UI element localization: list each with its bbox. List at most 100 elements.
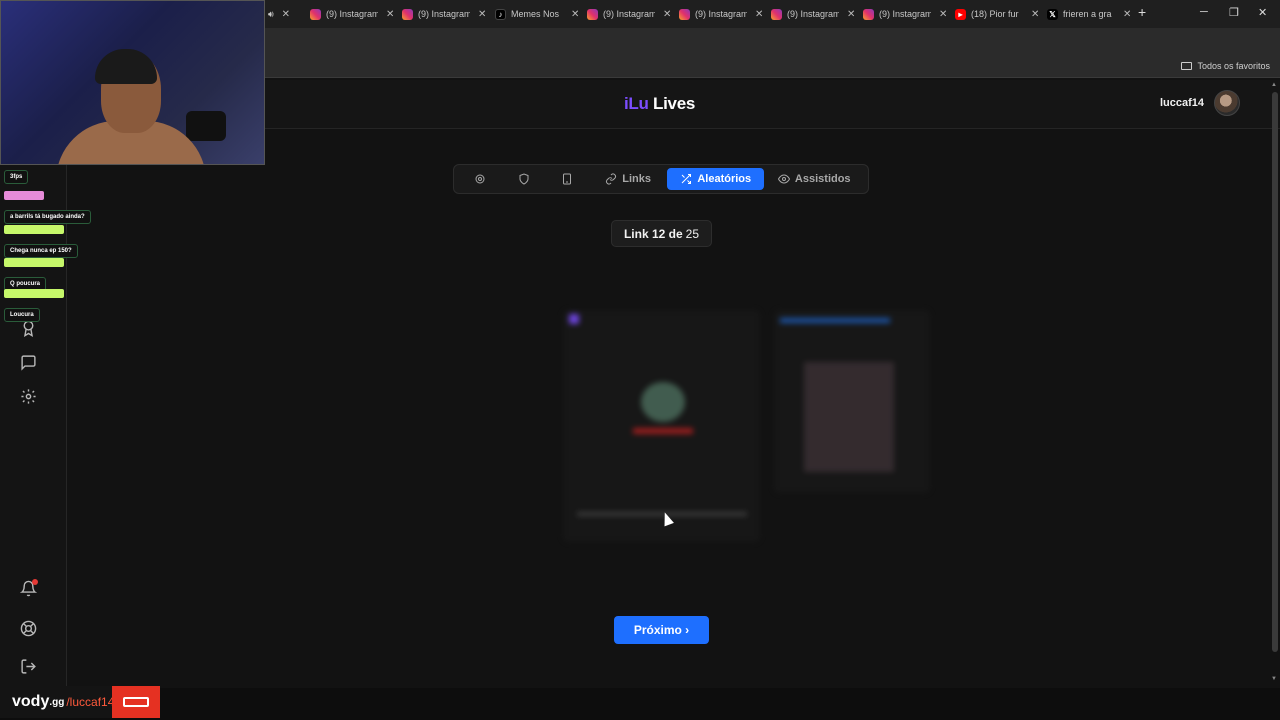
counter-prefix: Link 12 de (623, 226, 683, 241)
chat-username-badge (4, 258, 64, 267)
tab-title: (9) Instagram (418, 9, 470, 19)
instagram-icon (587, 8, 598, 20)
tab-3[interactable]: ♪ Memes Nos ✕ (495, 4, 579, 24)
close-icon[interactable]: ✕ (478, 9, 486, 20)
tab-5[interactable]: (9) Instagram ✕ (679, 4, 763, 24)
tab-links[interactable]: Links (589, 168, 667, 190)
logo-part2: Lives (653, 94, 696, 113)
card-title (780, 318, 890, 323)
speaker-icon: 🔊︎ (268, 8, 274, 19)
close-icon[interactable]: ✕ (847, 9, 855, 20)
tab-2[interactable]: (9) Instagram ✕ (402, 4, 486, 24)
scroll-up-icon[interactable]: ▲ (1271, 82, 1277, 88)
chat-username-badge (4, 225, 64, 234)
tab-title: (18) Pior fur (971, 9, 1019, 19)
next-label: Próximo › (633, 623, 690, 637)
all-bookmarks-folder[interactable]: Todos os favoritos (1181, 61, 1270, 71)
logout-icon[interactable] (20, 658, 37, 675)
chat-icon[interactable] (20, 354, 37, 371)
scroll-down-icon[interactable]: ▼ (1271, 676, 1277, 684)
close-icon[interactable]: ✕ (1123, 9, 1131, 20)
tab-8[interactable]: ▸ (18) Pior fur ✕ (955, 4, 1039, 24)
card-logo (569, 314, 579, 324)
username: luccaf14 (1159, 97, 1204, 109)
tab-title: (9) Instagram (879, 9, 931, 19)
minimize-button[interactable]: ─ (1200, 6, 1208, 18)
blurred-embed-card[interactable] (563, 310, 760, 542)
tab-links-label: Links (622, 173, 652, 185)
instagram-icon (679, 8, 690, 20)
tab-title: (9) Instagram (326, 9, 378, 19)
settings-tab[interactable] (458, 168, 502, 190)
tab-6[interactable]: (9) Instagram ✕ (771, 4, 855, 24)
chat-message: Loucura (4, 285, 64, 322)
instagram-icon (771, 8, 782, 20)
instagram-icon (402, 8, 413, 20)
counter-total: 25 (685, 226, 700, 241)
close-icon[interactable]: ✕ (386, 9, 394, 20)
tab-random[interactable]: Aleatórios (666, 168, 765, 190)
close-icon[interactable]: ✕ (939, 9, 947, 20)
tab-watched-label: Assistidos (794, 173, 851, 185)
close-window-button[interactable]: ✕ (1258, 6, 1267, 19)
shuffle-icon (681, 174, 692, 184)
close-icon[interactable]: ✕ (755, 9, 763, 20)
streamer-cap (95, 49, 157, 84)
new-tab-button[interactable]: + (1138, 4, 1146, 20)
tab-4[interactable]: (9) Instagram ✕ (587, 4, 671, 24)
help-icon[interactable] (20, 620, 37, 637)
close-icon[interactable]: ✕ (663, 9, 671, 20)
close-icon[interactable]: ✕ (282, 9, 290, 20)
next-button[interactable]: Próximo › (614, 616, 709, 644)
tab-title: (9) Instagram (695, 9, 747, 19)
nav-bar: Links Aleatórios Assistidos (453, 164, 869, 194)
logo-part1: iLu (624, 94, 649, 113)
eye-icon (777, 174, 790, 184)
chair (186, 111, 226, 141)
tablet-tab[interactable] (546, 168, 590, 190)
link-counter: Link 12 de 25 (611, 220, 712, 247)
vody-brand: vody (12, 693, 50, 710)
tab-7[interactable]: (9) Instagram ✕ (863, 4, 947, 24)
tab-title: Memes Nos (511, 9, 560, 19)
chat-message: a barrils tá bugado ainda? (4, 187, 91, 224)
tab-watched[interactable]: Assistidos (764, 168, 864, 190)
scrollbar[interactable] (1272, 92, 1278, 652)
chat-username-badge (4, 289, 64, 298)
vody-tld: .gg (49, 696, 65, 708)
tab-audio[interactable]: 🔊︎ ✕ (268, 4, 290, 24)
shield-tab[interactable] (502, 168, 546, 190)
notification-dot (32, 579, 38, 585)
user-menu[interactable]: luccaf14 (1160, 90, 1240, 116)
close-icon[interactable]: ✕ (1031, 9, 1039, 20)
folder-icon (1181, 62, 1193, 70)
webcam-overlay (0, 0, 265, 165)
chat-message: 3fps (4, 165, 29, 184)
settings-icon[interactable] (20, 388, 37, 405)
chat-username-badge (4, 191, 44, 200)
user-avatar (1214, 90, 1240, 116)
shield-icon (519, 173, 529, 185)
card-thumbnail (804, 362, 894, 472)
logo[interactable]: iLu Lives (624, 94, 695, 114)
bookmark-folder-label: Todos os favoritos (1197, 61, 1270, 71)
tab-title: (9) Instagram (787, 9, 839, 19)
tablet-icon (563, 173, 572, 185)
notifications-button[interactable] (19, 579, 38, 597)
bottom-bar (0, 688, 1280, 720)
instagram-icon (310, 8, 321, 20)
x-icon: 𝕏 (1047, 8, 1058, 20)
blurred-preview-card[interactable] (774, 310, 930, 493)
tab-9[interactable]: 𝕏 frieren a gra ✕ (1047, 4, 1131, 24)
card-username (633, 428, 693, 434)
instagram-icon (863, 8, 874, 20)
tiktok-icon: ♪ (495, 8, 506, 20)
chat-text: Loucura (4, 308, 40, 322)
award-icon[interactable] (20, 320, 37, 337)
tab-1[interactable]: (9) Instagram ✕ (310, 4, 394, 24)
restore-button[interactable]: ❐ (1229, 6, 1239, 19)
vody-channel: /luccaf14 (66, 695, 115, 709)
vody-logo-icon (112, 686, 160, 718)
app-page: iLu Lives luccaf14 Links Aleatórios Assi… (0, 80, 1280, 720)
close-icon[interactable]: ✕ (571, 9, 579, 20)
